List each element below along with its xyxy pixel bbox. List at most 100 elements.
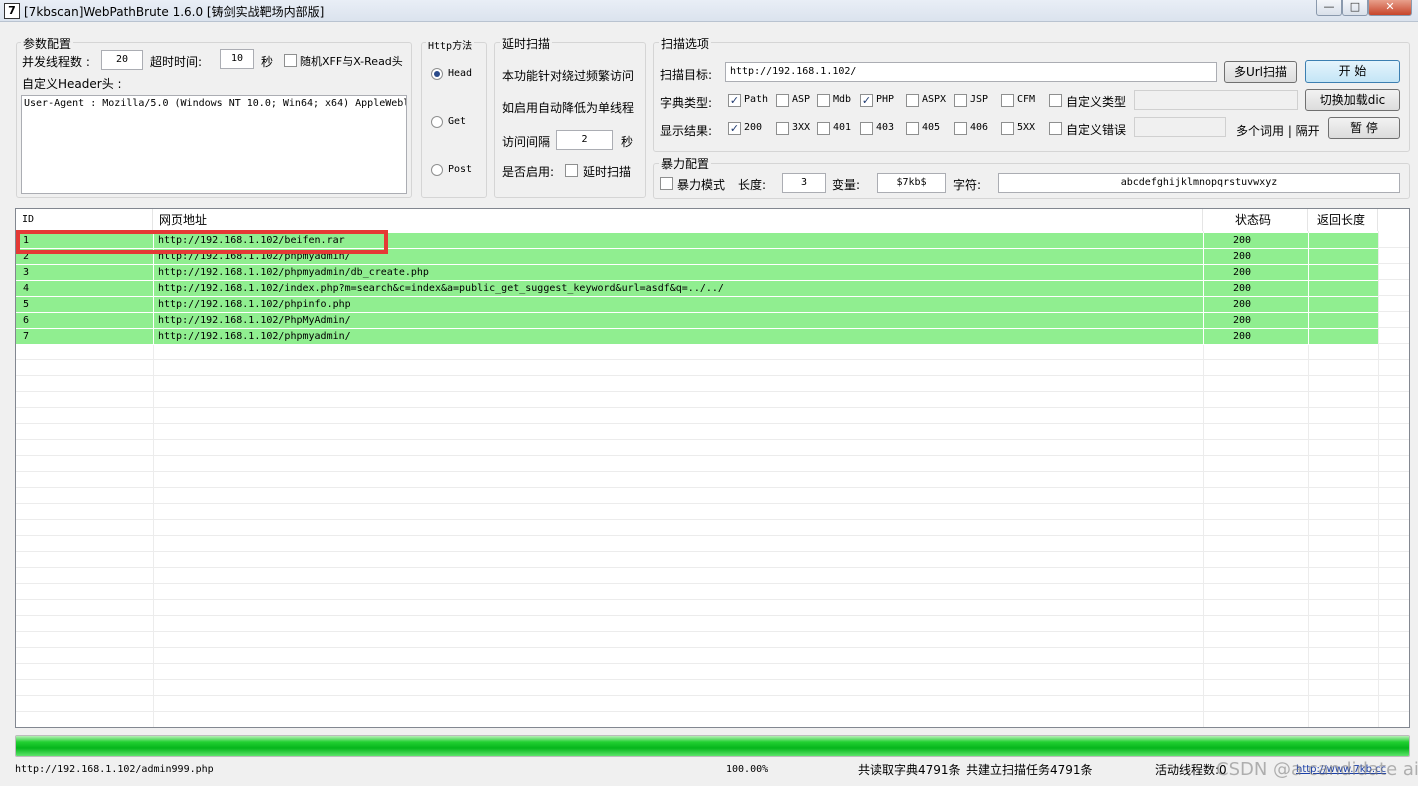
display-3xx-label: 3XX (792, 122, 811, 133)
var-input[interactable]: $7kb$ (877, 173, 946, 193)
grid-line (16, 407, 1409, 408)
brute-mode-checkbox[interactable] (660, 177, 673, 190)
method-get-radio[interactable] (431, 116, 443, 128)
dict-type-cfm-checkbox[interactable] (1001, 94, 1014, 107)
display-3xx-checkbox[interactable] (776, 122, 789, 135)
chars-input[interactable]: abcdefghijklmnopqrstuvwxyz (998, 173, 1400, 193)
delay-enable-checkbox[interactable] (565, 164, 578, 177)
grid-line (16, 711, 1409, 712)
delay-group-title: 延时扫描 (500, 35, 553, 52)
grid-line (16, 471, 1409, 472)
grid-line (16, 631, 1409, 632)
length-input[interactable]: 3 (782, 173, 826, 193)
custom-type-checkbox[interactable] (1049, 94, 1062, 107)
close-button[interactable]: ✕ (1368, 0, 1412, 16)
title-bar[interactable]: 7 [7kbscan]WebPathBrute 1.6.0 [铸剑实战靶场内部版… (0, 0, 1418, 22)
grid-line (16, 599, 1409, 600)
delay-desc-1: 本功能针对绕过频繁访问 (502, 69, 635, 83)
custom-type-input[interactable] (1134, 90, 1298, 110)
dict-type-aspx-checkbox[interactable] (906, 94, 919, 107)
method-post-radio[interactable] (431, 164, 443, 176)
row-column-separator (1203, 281, 1204, 297)
column-header-status[interactable]: 状态码 (1203, 209, 1308, 231)
results-table[interactable]: ID 网页地址 状态码 返回长度 1 http://192.168.1.102/b… (15, 208, 1410, 728)
row-id-cell: 3 (23, 267, 30, 278)
row-column-separator (1308, 265, 1309, 281)
display-403-checkbox[interactable] (860, 122, 873, 135)
table-row[interactable]: 7 http://192.168.1.102/phpmyadmin/200 (16, 329, 1378, 345)
row-id-cell: 5 (23, 299, 30, 310)
switch-dic-button[interactable]: 切换加载dic (1305, 89, 1400, 111)
timeout-input[interactable]: 10 (220, 49, 254, 69)
column-header-id[interactable]: ID (16, 209, 153, 231)
grid-line (16, 583, 1409, 584)
display-5xx-checkbox[interactable] (1001, 122, 1014, 135)
row-url-cell: http://192.168.1.102/phpinfo.php (158, 299, 351, 310)
random-xff-checkbox[interactable] (284, 54, 297, 67)
display-401-label: 401 (833, 122, 852, 133)
display-5xx-label: 5XX (1017, 122, 1036, 133)
display-406-checkbox[interactable] (954, 122, 967, 135)
timeout-label: 超时时间: (150, 55, 203, 69)
http-method-title: Http方法 (426, 37, 475, 52)
multi-word-label: 多个词用 | 隔开 (1236, 124, 1320, 138)
column-header-length[interactable]: 返回长度 (1308, 209, 1378, 231)
row-column-separator (153, 313, 154, 329)
row-column-separator (1308, 297, 1309, 313)
table-row[interactable]: 3 http://192.168.1.102/phpmyadmin/db_crea… (16, 265, 1378, 281)
method-head-radio[interactable] (431, 68, 443, 80)
grid-line (16, 535, 1409, 536)
threads-input[interactable]: 20 (101, 50, 143, 70)
row-column-separator (1308, 329, 1309, 345)
maximize-button[interactable]: □ (1342, 0, 1368, 16)
multi-url-scan-button[interactable]: 多Url扫描 (1224, 61, 1297, 83)
window-title: [7kbscan]WebPathBrute 1.6.0 [铸剑实战靶场内部版] (24, 5, 325, 19)
dict-type-mdb-checkbox[interactable] (817, 94, 830, 107)
table-row[interactable]: 5 http://192.168.1.102/phpinfo.php 200 (16, 297, 1378, 313)
dict-type-php-checkbox[interactable]: ✓ (860, 94, 873, 107)
grid-line (16, 503, 1409, 504)
dict-type-label: 字典类型: (660, 96, 713, 110)
table-row[interactable]: 6 http://192.168.1.102/PhpMyAdmin/200 (16, 313, 1378, 329)
progress-fill (16, 736, 1409, 756)
custom-error-checkbox[interactable] (1049, 122, 1062, 135)
status-task-count: 共建立扫描任务4791条 (966, 763, 1093, 777)
grid-line (16, 695, 1409, 696)
dict-type-path-checkbox[interactable]: ✓ (728, 94, 741, 107)
app-icon: 7 (4, 3, 20, 19)
status-percent: 100.00% (726, 764, 769, 775)
minimize-button[interactable]: — (1316, 0, 1342, 16)
chars-label: 字符: (953, 178, 982, 192)
display-405-label: 405 (922, 122, 941, 133)
grid-line (16, 679, 1409, 680)
row-column-separator (1203, 249, 1204, 265)
row-column-separator (1308, 281, 1309, 297)
custom-error-input[interactable] (1134, 117, 1226, 137)
start-button[interactable]: 开 始 (1305, 60, 1400, 83)
delay-enable-cb-label: 延时扫描 (583, 165, 632, 179)
grid-line (16, 423, 1409, 424)
grid-line (16, 359, 1409, 360)
custom-error-label: 自定义错误 (1066, 123, 1127, 137)
dict-type-jsp-checkbox[interactable] (954, 94, 967, 107)
dict-type-asp-checkbox[interactable] (776, 94, 789, 107)
row-column-separator (1203, 329, 1204, 345)
display-401-checkbox[interactable] (817, 122, 830, 135)
target-url-input[interactable]: http://192.168.1.102/ (725, 62, 1217, 82)
row-url-cell: http://192.168.1.102/index.php?m=search&… (158, 283, 724, 294)
dict-type-asp-label: ASP (792, 94, 811, 105)
pause-button[interactable]: 暂 停 (1328, 117, 1400, 139)
length-label: 长度: (738, 178, 767, 192)
row-status-cell: 200 (1233, 235, 1252, 246)
column-header-url[interactable]: 网页地址 (153, 209, 1203, 231)
table-row[interactable]: 4 http://192.168.1.102/index.php?m=search… (16, 281, 1378, 297)
interval-input[interactable]: 2 (556, 130, 613, 150)
display-405-checkbox[interactable] (906, 122, 919, 135)
header-textarea[interactable]: User-Agent : Mozilla/5.0 (Windows NT 10.… (21, 95, 407, 194)
watermark: CSDN @a candidate ai (1216, 759, 1418, 780)
row-url-cell: http://192.168.1.102/phpmyadmin/ (158, 331, 351, 342)
display-200-checkbox[interactable]: ✓ (728, 122, 741, 135)
params-group-title: 参数配置 (21, 35, 74, 52)
row-url-cell: http://192.168.1.102/phpmyadmin/db_creat… (158, 267, 429, 278)
delay-desc-2: 如启用自动降低为单线程 (502, 101, 635, 115)
